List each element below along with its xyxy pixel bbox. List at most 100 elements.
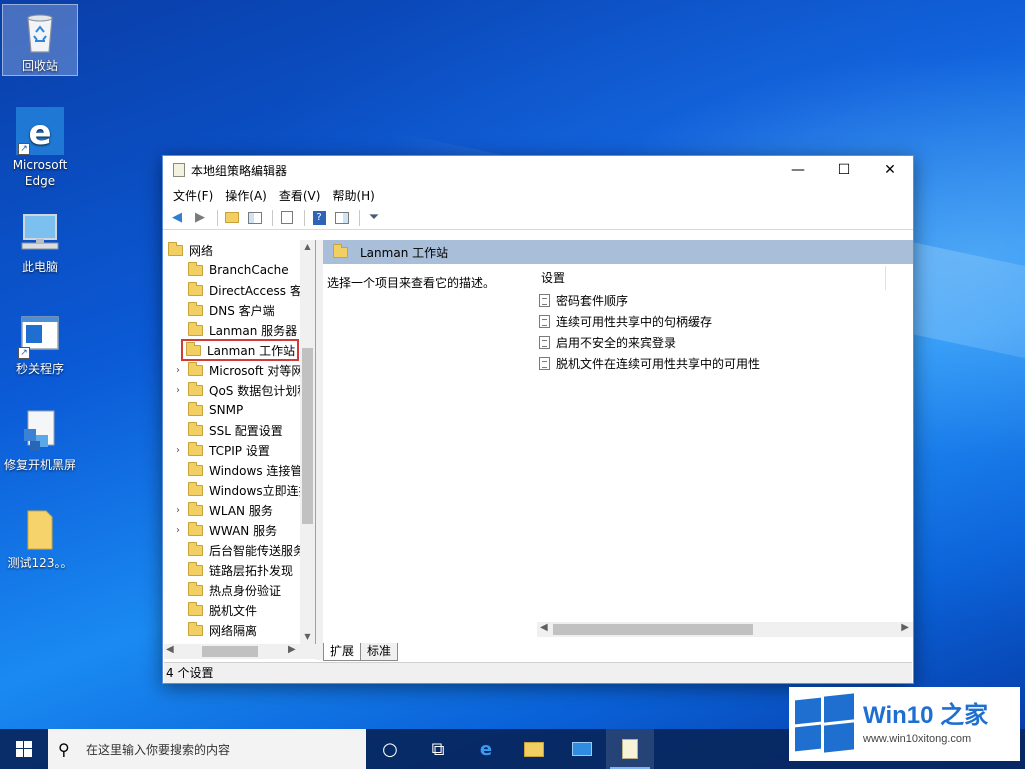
setting-item[interactable]: 密码套件顺序 — [533, 290, 886, 311]
scroll-left-icon[interactable]: ◀ — [540, 622, 548, 633]
scroll-up-icon[interactable]: ▲ — [300, 240, 315, 254]
menu-view[interactable]: 查看(V) — [273, 187, 327, 204]
repair-tool-icon — [16, 407, 64, 455]
toolbar-separator — [272, 209, 273, 226]
setting-item[interactable]: 连续可用性共享中的句柄缓存 — [533, 311, 886, 332]
expand-chevron-icon[interactable]: › — [172, 525, 184, 536]
maximize-button[interactable]: ☐ — [821, 156, 867, 184]
tree-item-label: SSL 配置设置 — [209, 423, 283, 438]
scroll-right-icon[interactable]: ▶ — [901, 622, 909, 633]
folder-icon — [188, 301, 203, 316]
scroll-left-icon[interactable]: ◀ — [166, 644, 174, 655]
cortana-icon[interactable]: ○ — [366, 729, 414, 769]
policy-editor-taskbar-icon[interactable] — [606, 729, 654, 769]
tree-item-label: Lanman 工作站 — [207, 343, 296, 358]
expand-chevron-icon[interactable]: › — [172, 445, 184, 456]
details-horizontal-scrollbar[interactable]: ◀ ▶ — [537, 622, 913, 637]
folder-icon — [168, 241, 183, 256]
tab-extended[interactable]: 扩展 — [323, 643, 362, 661]
tree-item[interactable]: 网络隔离 — [164, 620, 315, 640]
scroll-thumb[interactable] — [202, 646, 258, 657]
svg-text:e: e — [28, 113, 51, 153]
folder-icon — [16, 505, 64, 553]
shortcut-arrow-icon: ↗ — [18, 347, 30, 359]
setting-label: 密码套件顺序 — [556, 294, 629, 308]
tree-item[interactable]: › WLAN 服务 — [164, 500, 315, 520]
setting-item[interactable]: 脱机文件在连续可用性共享中的可用性 — [533, 353, 886, 374]
expand-chevron-icon[interactable]: › — [172, 505, 184, 516]
menu-file[interactable]: 文件(F) — [167, 187, 219, 204]
scroll-down-icon[interactable]: ▼ — [300, 630, 315, 644]
forward-arrow-icon[interactable]: ▶ — [190, 209, 210, 227]
properties-pane-icon[interactable] — [332, 209, 352, 227]
tree-item[interactable]: Lanman 工作站 — [181, 339, 299, 361]
desktop-icon-recycle-bin[interactable]: 回收站 — [2, 4, 78, 76]
description-text: 选择一个项目来查看它的描述。 — [327, 276, 496, 290]
tree-item[interactable]: 链路层拓扑发现 — [164, 560, 315, 580]
help-icon[interactable]: ? — [309, 209, 329, 227]
setting-item[interactable]: 启用不安全的来宾登录 — [533, 332, 886, 353]
tree-horizontal-scrollbar[interactable]: ◀ ▶ — [164, 644, 316, 659]
tree-item[interactable]: SNMP — [164, 400, 315, 420]
tree-item[interactable]: 热点身份验证 — [164, 580, 315, 600]
scroll-thumb[interactable] — [553, 624, 753, 635]
menu-action[interactable]: 操作(A) — [219, 187, 273, 204]
settings-list: 设置 密码套件顺序 连续可用性共享中的句柄缓存 启用不安全的来宾登录 脱机文件在… — [533, 266, 886, 374]
tree-item[interactable]: Lanman 服务器 — [164, 320, 315, 340]
tree-item[interactable]: › WWAN 服务 — [164, 520, 315, 540]
folder-icon — [188, 501, 203, 516]
file-explorer-icon[interactable] — [510, 729, 558, 769]
policy-setting-icon — [539, 294, 550, 307]
edge-taskbar-icon[interactable]: e — [462, 729, 510, 769]
desktop-icon-label: Microsoft Edge — [12, 158, 68, 188]
desktop-icon-edge[interactable]: e ↗ Microsoft Edge — [2, 104, 78, 189]
watermark: Win10 之家 www.win10xitong.com — [789, 687, 1020, 761]
folder-icon — [188, 621, 203, 636]
pane-splitter[interactable] — [316, 240, 323, 660]
tree-item-label: 后台智能传送服务 — [209, 543, 306, 558]
tree-item[interactable]: 后台智能传送服务 — [164, 540, 315, 560]
folder-icon — [186, 341, 201, 356]
expand-chevron-icon[interactable]: › — [172, 385, 184, 396]
start-button[interactable] — [0, 729, 48, 769]
desktop-icon-this-pc[interactable]: 此电脑 — [2, 206, 78, 275]
back-arrow-icon[interactable]: ◀ — [167, 209, 187, 227]
minimize-button[interactable]: — — [775, 156, 821, 184]
close-button[interactable]: ✕ — [867, 156, 913, 184]
tree-item[interactable]: Windows 连接管 — [164, 460, 315, 480]
tree-item[interactable]: 脱机文件 — [164, 600, 315, 620]
tree-item[interactable]: DNS 客户端 — [164, 300, 315, 320]
view-tabs: 扩展 标准 — [323, 641, 399, 661]
filter-icon[interactable]: ⏷ — [364, 209, 384, 227]
desktop-icon-label: 回收站 — [21, 59, 58, 73]
tree-item[interactable]: SSL 配置设置 — [164, 420, 315, 440]
tree-vertical-scrollbar[interactable]: ▲ ▼ — [300, 240, 315, 644]
edge-icon: e ↗ — [16, 107, 64, 155]
tree-item[interactable]: BranchCache — [164, 260, 315, 280]
tree-item[interactable]: Windows立即连接 — [164, 480, 315, 500]
desktop-icon-repair[interactable]: 修复开机黑屏 — [2, 404, 78, 473]
show-hide-tree-icon[interactable] — [245, 209, 265, 227]
column-header-settings[interactable]: 设置 — [533, 266, 886, 290]
up-folder-icon[interactable] — [222, 209, 242, 227]
export-list-icon[interactable] — [277, 209, 297, 227]
tree-item[interactable]: › TCPIP 设置 — [164, 440, 315, 460]
tree-item-root[interactable]: 网络 — [164, 240, 315, 260]
task-view-icon[interactable]: ⧉ — [414, 729, 462, 769]
scroll-thumb[interactable] — [302, 348, 313, 524]
tree-item[interactable]: › Microsoft 对等网 — [164, 360, 315, 380]
expand-chevron-icon[interactable]: › — [172, 365, 184, 376]
scroll-right-icon[interactable]: ▶ — [288, 644, 296, 655]
tab-standard[interactable]: 标准 — [360, 643, 399, 661]
tree-item[interactable]: › QoS 数据包计划程 — [164, 380, 315, 400]
desktop-icon-app[interactable]: ↗ 秒关程序 — [2, 308, 78, 377]
desktop-icon-folder[interactable]: 测试123。。 — [2, 502, 78, 571]
folder-icon — [188, 401, 203, 416]
tree-item[interactable]: DirectAccess 客户 — [164, 280, 315, 300]
mail-icon[interactable] — [558, 729, 606, 769]
taskbar-search-box[interactable]: ⚲ 在这里输入你要搜索的内容 — [48, 729, 366, 769]
title-bar[interactable]: 本地组策略编辑器 — ☐ ✕ — [163, 156, 913, 184]
menu-bar: 文件(F) 操作(A) 查看(V) 帮助(H) — [163, 184, 913, 206]
navigation-tree: 网络 BranchCache DirectAccess 客户 DNS 客户端 Lanm… — [164, 240, 316, 644]
menu-help[interactable]: 帮助(H) — [326, 187, 380, 204]
